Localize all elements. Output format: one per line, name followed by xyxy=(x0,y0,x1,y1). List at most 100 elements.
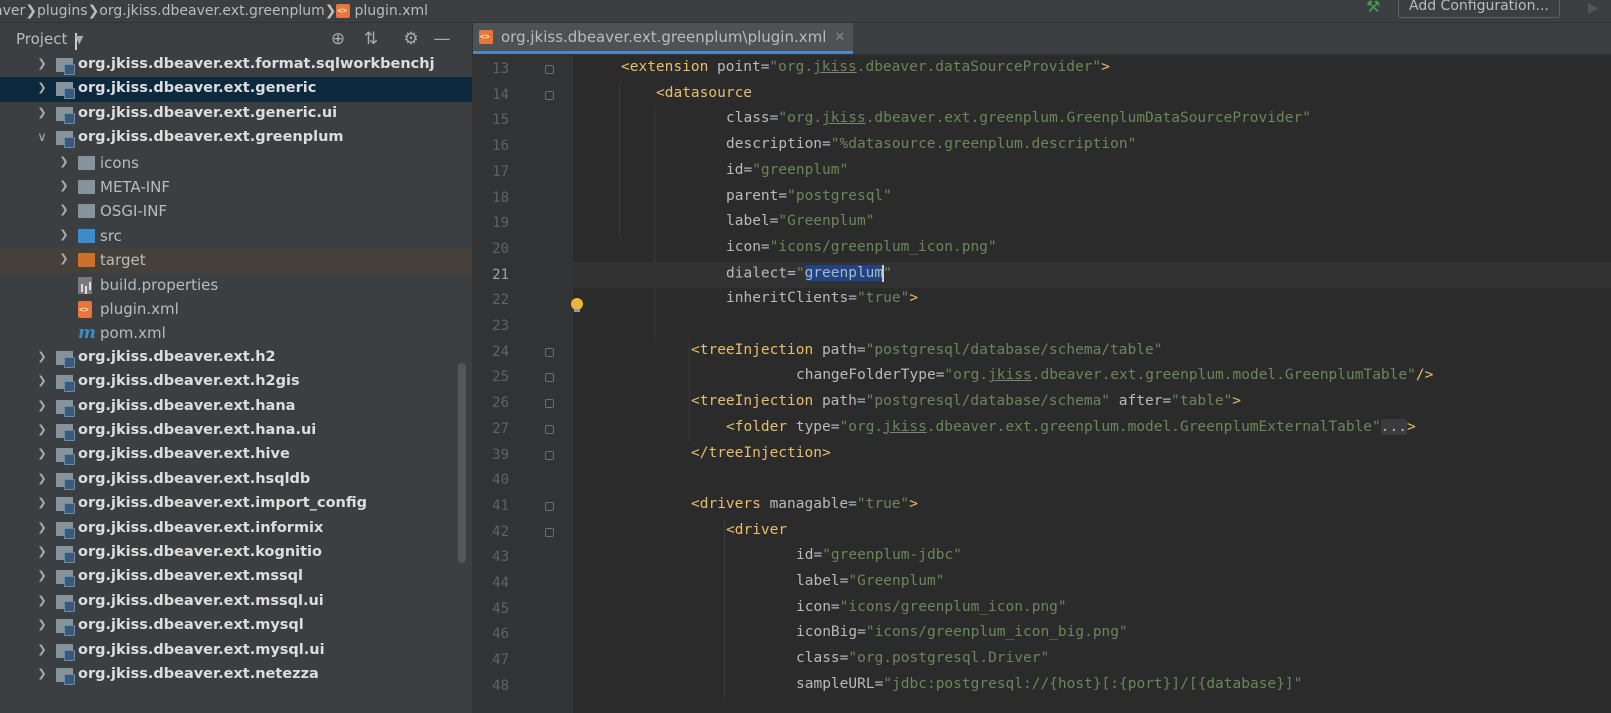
chevron-right-icon[interactable]: ❯ xyxy=(58,155,70,168)
tree-item[interactable]: ❯ org.jkiss.dbeaver.ext.mysql xyxy=(0,614,472,639)
code-line[interactable]: id="greenplum" xyxy=(726,162,848,178)
tree-item[interactable]: ❯ org.jkiss.dbeaver.ext.generic xyxy=(0,77,472,103)
tree-item[interactable]: ∨ org.jkiss.dbeaver.ext.greenplum xyxy=(0,126,472,151)
tree-item[interactable]: ❯ org.jkiss.dbeaver.ext.hana xyxy=(0,395,472,420)
tree-item[interactable]: ❯ org.jkiss.dbeaver.ext.informix xyxy=(0,517,472,542)
breadcrumb-item[interactable]: plugins xyxy=(37,3,88,19)
tree-item[interactable]: plugin.xml xyxy=(0,297,472,322)
chevron-right-icon[interactable]: ❯ xyxy=(36,472,48,485)
chevron-right-icon[interactable]: ❯ xyxy=(58,252,70,265)
chevron-right-icon[interactable]: ❯ xyxy=(58,179,70,192)
code-line[interactable]: id="greenplum-jdbc" xyxy=(796,547,962,563)
chevron-right-icon[interactable]: ❯ xyxy=(36,374,48,387)
tree-item[interactable]: ❯ org.jkiss.dbeaver.ext.generic.ui xyxy=(0,102,472,127)
code-line[interactable]: changeFolderType="org.jkiss.dbeaver.ext.… xyxy=(796,367,1433,383)
code-line[interactable]: parent="postgresql" xyxy=(726,188,892,204)
tree-item[interactable]: ❯ org.jkiss.dbeaver.ext.hana.ui xyxy=(0,419,472,444)
chevron-right-icon[interactable]: ❯ xyxy=(36,399,48,412)
chevron-right-icon[interactable]: ❯ xyxy=(36,618,48,631)
tree-item[interactable]: ❯ org.jkiss.dbeaver.ext.kognitio xyxy=(0,541,472,566)
tree-item-label: src xyxy=(100,226,122,245)
tree-item[interactable]: build.properties xyxy=(0,273,472,298)
breadcrumb-item[interactable]: org.jkiss.dbeaver.ext.greenplum xyxy=(99,3,324,19)
build-hammer-icon[interactable]: ⚒ xyxy=(1366,0,1386,16)
fold-marker-icon[interactable] xyxy=(545,65,554,74)
chevron-right-icon[interactable]: ❯ xyxy=(58,203,70,216)
code-line[interactable]: dialect="greenplum" xyxy=(726,264,892,282)
breadcrumb-item[interactable]: plugin.xml xyxy=(336,3,428,19)
chevron-right-icon[interactable]: ❯ xyxy=(36,594,48,607)
fold-marker-icon[interactable] xyxy=(545,347,554,357)
code-line[interactable]: <folder type="org.jkiss.dbeaver.ext.gree… xyxy=(726,418,1416,435)
fold-marker-icon[interactable] xyxy=(545,450,554,460)
folded-code-marker[interactable]: ... xyxy=(1380,418,1407,435)
tree-item[interactable]: ❯ org.jkiss.dbeaver.ext.import_config xyxy=(0,492,472,517)
tree-item[interactable]: ❯ META-INF xyxy=(0,175,472,200)
tree-item[interactable]: ❯ src xyxy=(0,224,472,249)
add-configuration-button[interactable]: Add Configuration... xyxy=(1398,0,1560,18)
tree-item[interactable]: ❯ org.jkiss.dbeaver.ext.mssql.ui xyxy=(0,590,472,615)
fold-marker-icon[interactable] xyxy=(545,527,554,537)
run-icon[interactable]: ▶ xyxy=(1588,0,1599,16)
code-line[interactable]: <treeInjection path="postgresql/database… xyxy=(691,342,1162,358)
fold-marker-icon[interactable] xyxy=(545,373,554,383)
chevron-right-icon[interactable]: ❯ xyxy=(36,81,48,94)
chevron-right-icon[interactable]: ❯ xyxy=(36,423,48,436)
chevron-right-icon[interactable]: ❯ xyxy=(36,521,48,534)
chevron-right-icon[interactable]: ❯ xyxy=(36,350,48,363)
tree-item[interactable]: ❯ org.jkiss.dbeaver.ext.h2 xyxy=(0,346,472,371)
tree-item[interactable]: ❯ target xyxy=(0,248,472,274)
code-line[interactable]: sampleURL="jdbc:postgresql://{host}[:{po… xyxy=(796,676,1302,692)
code-line[interactable]: class="org.jkiss.dbeaver.ext.greenplum.G… xyxy=(726,110,1311,126)
chevron-right-icon[interactable]: ❯ xyxy=(36,57,48,70)
fold-marker-icon[interactable] xyxy=(545,501,554,511)
code-line[interactable]: <treeInjection path="postgresql/database… xyxy=(691,393,1241,409)
tree-item[interactable]: ❯ org.jkiss.dbeaver.ext.netezza xyxy=(0,663,472,688)
tree-item[interactable]: ❯ org.jkiss.dbeaver.ext.mssql xyxy=(0,565,472,590)
collapse-all-icon[interactable]: ⇅ xyxy=(361,29,381,49)
code-area[interactable]: <extension point="org.jkiss.dbeaver.data… xyxy=(573,55,1611,713)
tree-item[interactable]: ❯ org.jkiss.dbeaver.ext.hsqldb xyxy=(0,468,472,493)
tree-item[interactable]: ❯ icons xyxy=(0,151,472,176)
tree-scrollbar[interactable] xyxy=(458,363,466,563)
breadcrumb-item[interactable]: aver xyxy=(0,3,25,19)
code-line[interactable]: class="org.postgresql.Driver" xyxy=(796,650,1049,666)
tree-item[interactable]: m pom.xml xyxy=(0,321,472,346)
chevron-right-icon[interactable]: ❯ xyxy=(58,228,70,241)
code-line[interactable]: icon="icons/greenplum_icon.png" xyxy=(726,239,997,255)
chevron-right-icon[interactable]: ❯ xyxy=(36,447,48,460)
tree-item[interactable]: ❯ org.jkiss.dbeaver.ext.h2gis xyxy=(0,370,472,395)
chevron-right-icon[interactable]: ❯ xyxy=(36,569,48,582)
locate-icon[interactable]: ⊕ xyxy=(328,29,348,49)
project-title[interactable]: Project xyxy=(16,30,67,48)
chevron-down-icon[interactable]: ▼ xyxy=(75,33,83,50)
chevron-right-icon[interactable]: ❯ xyxy=(36,106,48,119)
close-icon[interactable]: ✕ xyxy=(834,30,845,45)
chevron-right-icon[interactable]: ❯ xyxy=(36,496,48,509)
code-line[interactable]: icon="icons/greenplum_icon.png" xyxy=(796,599,1067,615)
tree-item[interactable]: ❯ org.jkiss.dbeaver.ext.mysql.ui xyxy=(0,639,472,664)
code-line[interactable]: <drivers managable="true"> xyxy=(691,496,918,512)
chevron-right-icon[interactable]: ❯ xyxy=(36,545,48,558)
chevron-right-icon[interactable]: ❯ xyxy=(36,667,48,680)
code-line[interactable]: description="%datasource.greenplum.descr… xyxy=(726,136,1136,152)
tree-item[interactable]: ❯ org.jkiss.dbeaver.ext.hive xyxy=(0,443,472,468)
code-line[interactable]: label="Greenplum" xyxy=(726,213,874,229)
tab-plugin-xml[interactable]: org.jkiss.dbeaver.ext.greenplum\plugin.x… xyxy=(473,23,854,54)
code-line[interactable]: <extension point="org.jkiss.dbeaver.data… xyxy=(621,59,1110,75)
code-line[interactable]: </treeInjection> xyxy=(691,445,831,461)
code-line[interactable]: inheritClients="true"> xyxy=(726,290,918,306)
tree-item[interactable]: ❯ org.jkiss.dbeaver.ext.format.sqlworkben… xyxy=(0,53,472,78)
tree-item[interactable]: ❯ OSGI-INF xyxy=(0,199,472,224)
code-line[interactable]: iconBig="icons/greenplum_icon_big.png" xyxy=(796,624,1128,640)
fold-marker-icon[interactable] xyxy=(545,424,554,434)
code-line[interactable]: <driver xyxy=(726,522,787,538)
fold-marker-icon[interactable] xyxy=(545,90,554,100)
chevron-down-icon[interactable]: ∨ xyxy=(36,130,48,145)
gear-icon[interactable]: ⚙ xyxy=(401,29,421,49)
code-line[interactable]: label="Greenplum" xyxy=(796,573,944,589)
chevron-right-icon[interactable]: ❯ xyxy=(36,643,48,656)
fold-marker-icon[interactable] xyxy=(545,399,554,409)
hide-icon[interactable]: — xyxy=(432,29,452,49)
code-line[interactable]: <datasource xyxy=(656,85,752,101)
